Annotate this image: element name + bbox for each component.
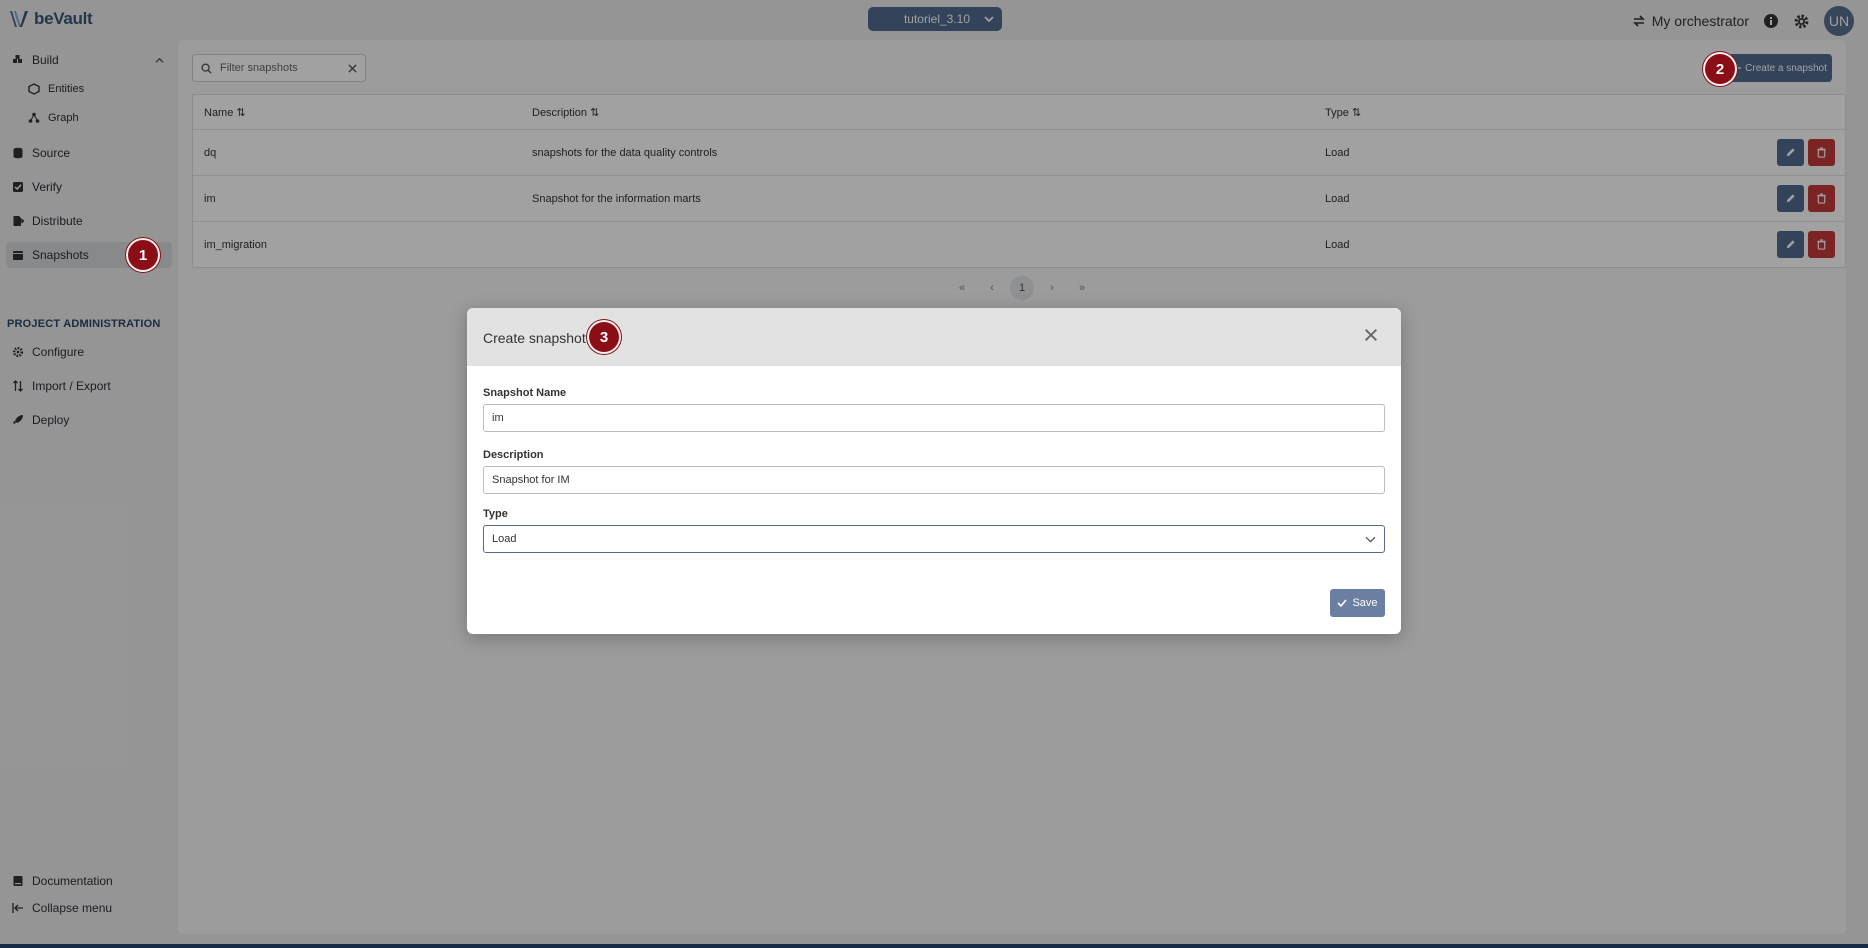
step-marker-3: 3 <box>589 322 619 352</box>
snapshot-name-label: Snapshot Name <box>483 387 567 399</box>
close-icon[interactable] <box>1363 327 1379 343</box>
type-select[interactable]: Load <box>483 525 1385 553</box>
save-label: Save <box>1352 597 1378 609</box>
snapshot-name-value: im <box>492 412 504 424</box>
chevron-down-icon <box>1365 536 1376 543</box>
description-input[interactable]: Snapshot for IM <box>483 466 1385 494</box>
create-snapshot-dialog: Create snapshot 3 Snapshot Name im Descr… <box>467 308 1401 634</box>
description-value: Snapshot for IM <box>492 474 570 486</box>
check-icon <box>1337 599 1348 608</box>
save-button[interactable]: Save <box>1330 589 1385 617</box>
step-marker-2: 2 <box>1705 54 1735 84</box>
dialog-header: Create snapshot 3 <box>467 308 1401 366</box>
dialog-title: Create snapshot <box>483 330 586 346</box>
type-label: Type <box>483 508 508 520</box>
step-marker-1: 1 <box>128 240 158 270</box>
type-select-value: Load <box>492 533 517 545</box>
description-label: Description <box>483 449 544 461</box>
snapshot-name-input[interactable]: im <box>483 404 1385 432</box>
